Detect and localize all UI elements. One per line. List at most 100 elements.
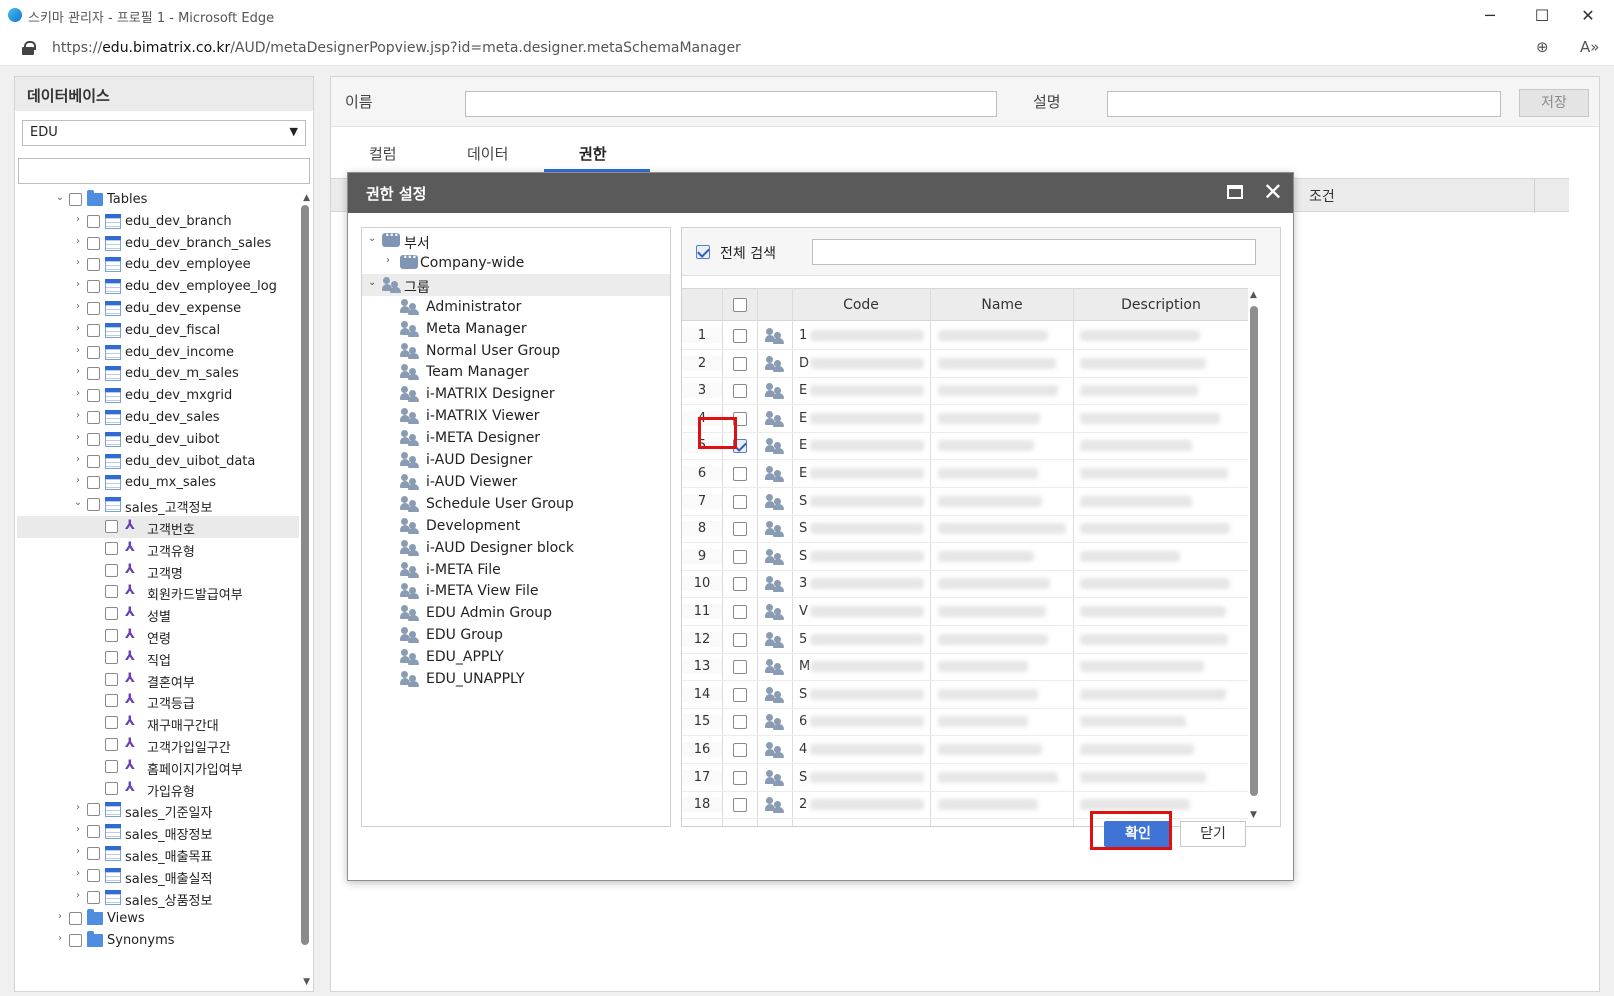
org-node-group-item[interactable]: EDU_UNAPPLY <box>362 668 670 690</box>
minimize-icon[interactable]: ─ <box>1470 4 1510 28</box>
tree-node-table[interactable]: › edu_dev_employee_log <box>17 276 299 298</box>
tree-checkbox[interactable] <box>87 302 100 315</box>
table-row[interactable]: 7S <box>682 488 1248 516</box>
table-row[interactable]: 15 6 <box>682 708 1248 737</box>
tree-node-tables[interactable]: ⌄ Tables <box>17 189 299 211</box>
row-checkbox[interactable] <box>733 687 747 702</box>
scroll-up-icon[interactable]: ▲ <box>303 193 310 203</box>
tree-checkbox[interactable] <box>105 650 118 664</box>
expand-icon[interactable]: › <box>73 301 83 312</box>
tree-checkbox[interactable] <box>105 759 118 773</box>
tree-checkbox[interactable] <box>87 389 100 403</box>
tab-columns[interactable]: 컬럼 <box>369 143 397 164</box>
org-node-group-item[interactable]: Administrator <box>362 296 670 318</box>
save-button[interactable]: 저장 <box>1519 89 1589 117</box>
table-row[interactable]: 2D <box>682 350 1248 378</box>
tree-checkbox[interactable] <box>87 367 100 381</box>
read-aloud-icon[interactable]: A» <box>1580 38 1599 56</box>
tree-checkbox[interactable] <box>69 912 82 926</box>
org-node-group-item[interactable]: Team Manager <box>362 361 670 383</box>
table-row[interactable]: 6E <box>682 460 1248 488</box>
tree-checkbox[interactable] <box>87 323 100 337</box>
description-column-header[interactable]: Description <box>1074 297 1248 313</box>
tree-node-table[interactable]: › sales_매장정보 <box>17 821 299 843</box>
expand-icon[interactable]: › <box>73 345 83 356</box>
scroll-up-icon[interactable]: ▲ <box>1250 290 1257 300</box>
tree-node-column[interactable]: ⅄ 고객등급 <box>17 690 299 712</box>
org-node-group-item[interactable]: Meta Manager <box>362 318 670 340</box>
tree-checkbox[interactable] <box>87 868 100 882</box>
name-column-header[interactable]: Name <box>931 297 1073 313</box>
org-node-group-item[interactable]: i-META View File <box>362 580 670 602</box>
tree-checkbox[interactable] <box>87 214 100 228</box>
tree-node-table[interactable]: › edu_dev_branch <box>17 211 299 233</box>
expand-icon[interactable]: › <box>73 410 83 421</box>
tree-checkbox[interactable] <box>69 193 82 206</box>
expand-icon[interactable]: › <box>73 454 83 465</box>
expand-icon[interactable]: › <box>73 868 83 879</box>
tree-checkbox[interactable] <box>105 694 118 708</box>
org-node-group-item[interactable]: i-MATRIX Viewer <box>362 405 670 427</box>
expand-icon[interactable]: › <box>73 257 83 268</box>
lock-icon[interactable] <box>22 41 36 55</box>
tab-data[interactable]: 데이터 <box>467 143 508 164</box>
expand-icon[interactable]: › <box>73 214 83 225</box>
tree-node-column[interactable]: ⅄ 고객가입일구간 <box>17 734 299 756</box>
tree-checkbox[interactable] <box>87 847 100 860</box>
tree-node-column[interactable]: ⅄ 성별 <box>17 603 299 625</box>
tree-node-column[interactable]: ⅄ 직업 <box>17 647 299 669</box>
address-bar[interactable]: https://edu.bimatrix.co.kr/AUD/metaDesig… <box>0 32 1614 66</box>
tree-checkbox[interactable] <box>105 672 118 686</box>
expand-icon[interactable]: › <box>73 388 83 399</box>
search-input[interactable] <box>812 239 1256 265</box>
tree-node-column[interactable]: ⅄ 회원카드발급여부 <box>17 581 299 603</box>
grid-scrollbar[interactable] <box>1250 306 1258 796</box>
scroll-down-icon[interactable]: ▼ <box>1250 810 1257 820</box>
expand-icon[interactable]: › <box>55 911 65 922</box>
tree-node-views[interactable]: › Views <box>17 908 299 930</box>
tree-node-column[interactable]: ⅄ 결혼여부 <box>17 669 299 691</box>
tree-node-table[interactable]: › edu_dev_uibot_data <box>17 451 299 473</box>
org-node-department-child[interactable]: › Company-wide <box>362 250 670 274</box>
row-checkbox[interactable] <box>733 632 747 647</box>
collapse-icon[interactable]: ⌄ <box>368 277 376 288</box>
table-row[interactable]: 3E <box>682 377 1248 406</box>
row-checkbox[interactable] <box>733 605 747 619</box>
org-node-group-item[interactable]: i-AUD Designer <box>362 449 670 471</box>
table-row[interactable]: 14 S <box>682 681 1248 709</box>
tree-checkbox[interactable] <box>87 345 100 359</box>
tree-checkbox[interactable] <box>87 498 100 512</box>
table-row[interactable]: 4E <box>682 405 1248 433</box>
tree-checkbox[interactable] <box>87 280 100 294</box>
org-node-group-item[interactable]: i-MATRIX Designer <box>362 383 670 405</box>
tree-node-table[interactable]: › edu_dev_m_sales <box>17 363 299 385</box>
tree-checkbox[interactable] <box>105 629 118 642</box>
org-node-group-item[interactable]: Development <box>362 515 670 537</box>
table-row[interactable]: 11 V <box>682 598 1248 626</box>
row-checkbox[interactable] <box>733 494 747 509</box>
expand-icon[interactable]: › <box>73 323 83 334</box>
tree-node-table[interactable]: › sales_매출목표 <box>17 843 299 865</box>
org-node-group-item[interactable]: i-AUD Designer block <box>362 537 670 559</box>
org-node-department[interactable]: ⌄부서 <box>362 228 670 252</box>
tree-checkbox[interactable] <box>105 520 118 533</box>
expand-icon[interactable]: › <box>73 432 83 443</box>
scroll-down-icon[interactable]: ▼ <box>303 977 310 987</box>
tree-node-table[interactable]: › edu_dev_income <box>17 342 299 364</box>
row-checkbox[interactable] <box>733 384 747 399</box>
tree-checkbox[interactable] <box>105 563 118 577</box>
expand-icon[interactable]: › <box>73 279 83 290</box>
row-checkbox[interactable] <box>733 522 747 537</box>
row-checkbox[interactable] <box>733 577 747 592</box>
tree-checkbox[interactable] <box>87 454 100 468</box>
expand-icon[interactable]: › <box>55 933 65 944</box>
select-all-checkbox[interactable] <box>733 298 747 312</box>
table-row[interactable]: 11 <box>682 322 1248 350</box>
org-node-group-item[interactable]: Normal User Group <box>362 340 670 362</box>
code-column-header[interactable]: Code <box>792 297 930 313</box>
org-node-group-item[interactable]: i-META Designer <box>362 427 670 449</box>
row-checkbox[interactable] <box>733 356 747 371</box>
table-row[interactable]: 8S <box>682 515 1248 544</box>
expand-icon[interactable]: › <box>73 366 83 377</box>
tree-node-synonyms[interactable]: › Synonyms <box>17 930 299 952</box>
